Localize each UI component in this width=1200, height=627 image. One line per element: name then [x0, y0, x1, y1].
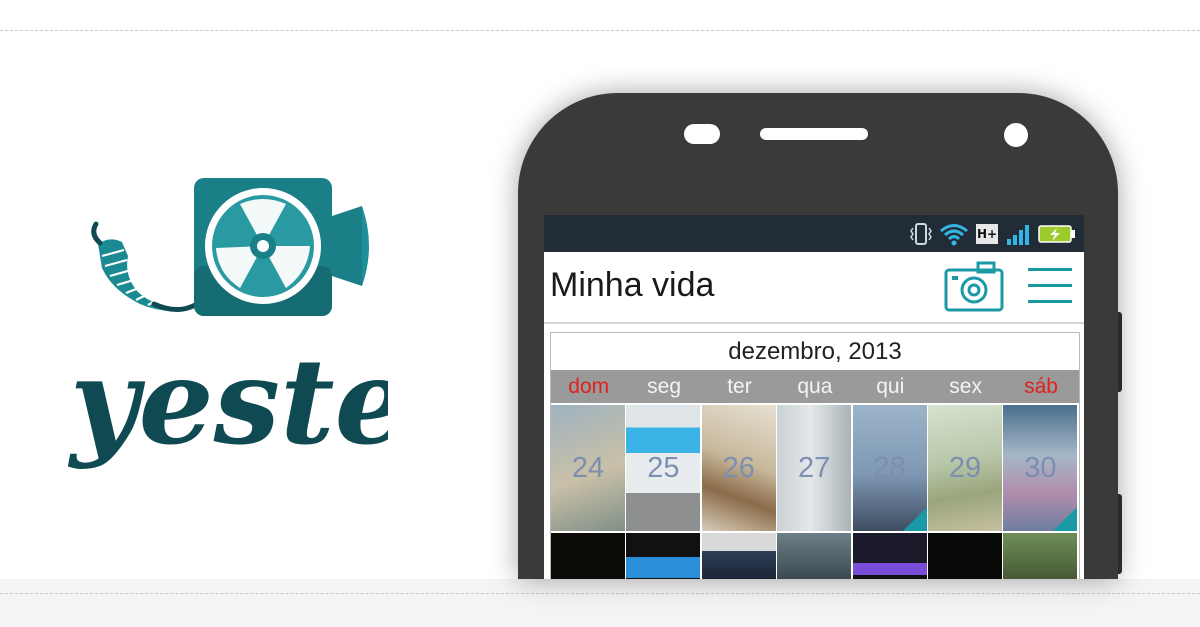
day-cell[interactable]: 30 [1003, 405, 1078, 531]
bottom-band [0, 579, 1200, 627]
signal-icon [1007, 225, 1029, 245]
app-bar: Minha vida [544, 252, 1084, 324]
status-bar: H+ [544, 215, 1084, 252]
day-cell[interactable]: 24 [551, 405, 625, 531]
front-camera [1004, 123, 1028, 147]
weekday-thursday: qui [876, 375, 905, 398]
menu-icon[interactable] [1026, 264, 1074, 308]
battery-charging-icon [1038, 225, 1075, 243]
day-number: 25 [647, 451, 680, 484]
day-number: 27 [798, 451, 831, 484]
day-number: 29 [948, 451, 982, 484]
day-cell[interactable] [551, 533, 625, 579]
phone-screen: H+ Minha vida dezembro, 2013 dom seg ter… [544, 215, 1084, 579]
day-cell[interactable] [852, 533, 927, 579]
calendar-month-label: dezembro, 2013 [728, 337, 902, 365]
phone-sensor [684, 124, 720, 144]
vibrate-icon [910, 223, 932, 245]
top-dashed-divider [0, 30, 1200, 31]
yester-wordmark: yester [68, 332, 388, 471]
weekday-sunday: dom [568, 375, 610, 398]
day-cell[interactable]: 29 [927, 405, 1002, 531]
phone-frame: H+ Minha vida dezembro, 2013 dom seg ter… [518, 93, 1118, 579]
media-indicator [1053, 507, 1078, 531]
phone-speaker [760, 128, 868, 140]
media-indicator [902, 507, 927, 531]
day-cell[interactable]: 25 [626, 405, 701, 531]
weekday-header: dom seg ter qua qui sex sáb [551, 370, 1079, 403]
page-title: Minha vida [550, 266, 715, 304]
bottom-dashed-divider [0, 593, 1200, 594]
day-cell[interactable]: 28 [852, 405, 927, 531]
weekday-wednesday: qua [797, 375, 833, 398]
day-cell[interactable] [626, 533, 701, 579]
day-cell[interactable] [1003, 533, 1078, 579]
day-number: 26 [722, 451, 755, 484]
weekday-friday: sex [949, 375, 982, 398]
day-cell[interactable] [927, 533, 1002, 579]
weekday-saturday: sáb [1024, 375, 1058, 398]
hplus-network-icon: H+ [976, 224, 998, 244]
yester-logo-icon [91, 178, 369, 316]
day-cell[interactable] [777, 533, 852, 579]
day-number: 24 [571, 451, 605, 484]
weekday-monday: seg [647, 375, 682, 398]
weekday-tuesday: ter [727, 375, 752, 398]
camera-icon[interactable] [944, 260, 1004, 312]
day-cell[interactable]: 27 [777, 405, 852, 531]
wifi-icon [940, 224, 968, 246]
day-cell[interactable] [701, 533, 776, 579]
calendar: dezembro, 2013 dom seg ter qua qui sex s… [550, 332, 1080, 579]
wordmark-text: yester [68, 332, 388, 471]
day-cell[interactable]: 26 [701, 405, 776, 531]
